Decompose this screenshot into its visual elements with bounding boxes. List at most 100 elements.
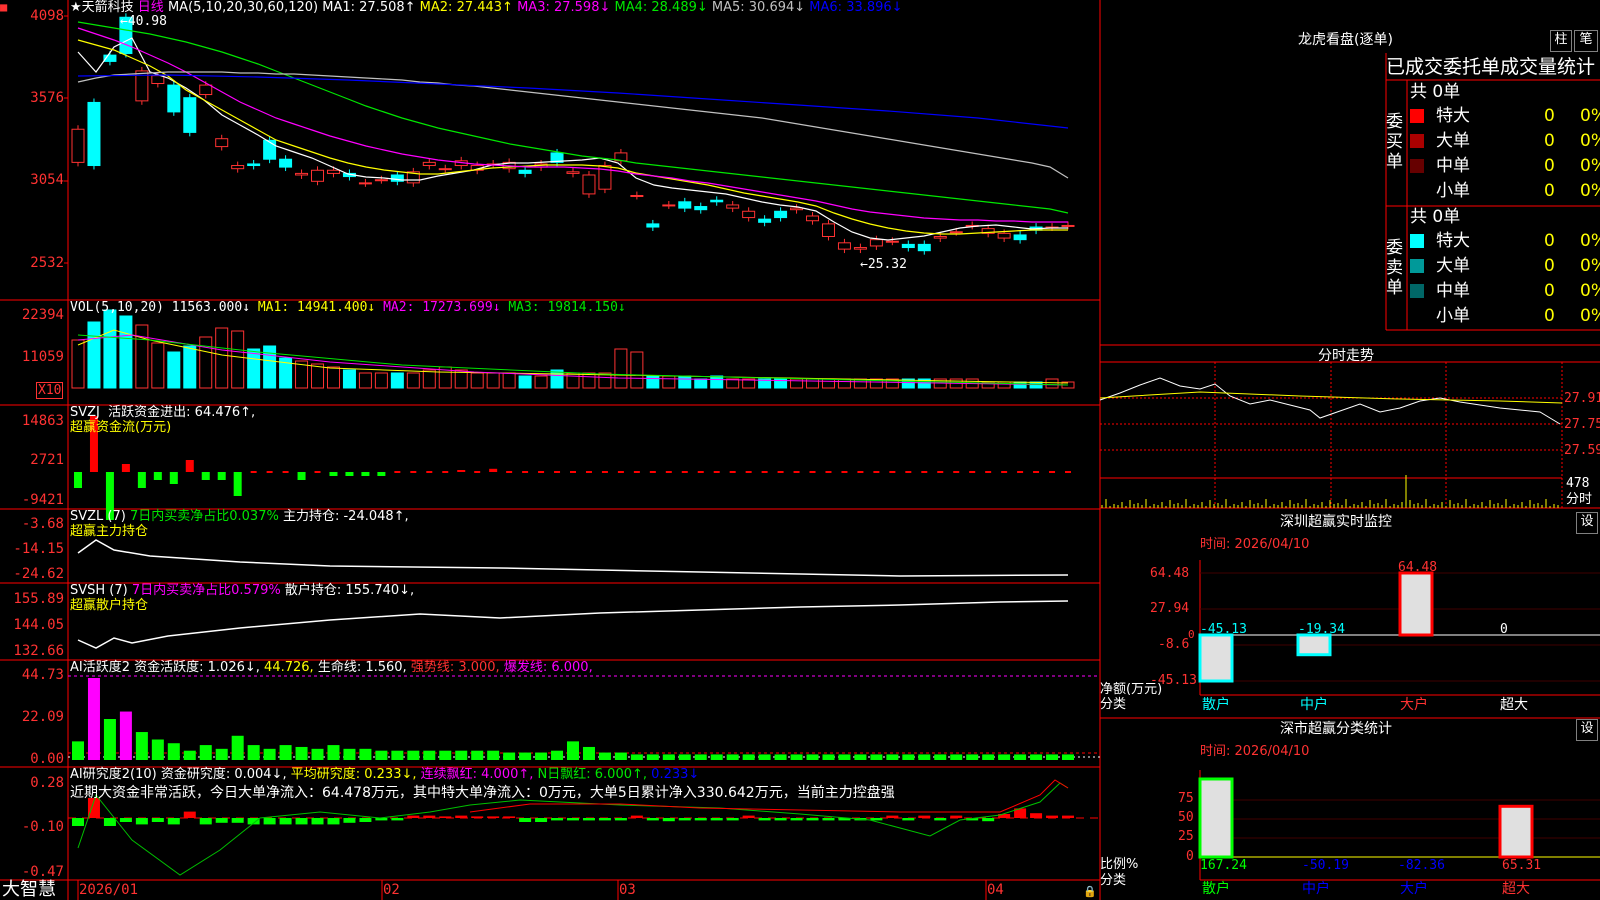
flow-bar	[137, 472, 146, 488]
monitor-settings-button[interactable]: 设	[1576, 512, 1598, 534]
volume-bar	[566, 372, 580, 389]
research-bar	[742, 815, 755, 818]
monitor-value-label: -45.13	[1200, 622, 1247, 637]
tick-mode-button[interactable]: 笔	[1574, 30, 1598, 52]
brand-logo[interactable]: 大智慧	[2, 880, 56, 900]
chart-canvas[interactable]	[0, 0, 1600, 900]
classify-settings-button[interactable]: 设	[1576, 719, 1598, 741]
flow-bar	[809, 471, 816, 473]
candle	[790, 207, 804, 211]
bar-mode-button[interactable]: 柱	[1550, 30, 1572, 52]
classify-value-label: 167.24	[1200, 858, 1247, 873]
flow-bar	[825, 471, 832, 473]
candle	[295, 172, 309, 176]
monitor-category: 中户	[1300, 697, 1328, 713]
monitor-y-tick: 27.94	[1150, 601, 1190, 616]
order-label: 小单	[1436, 306, 1470, 326]
activity-bar	[998, 754, 1011, 760]
candle	[694, 206, 708, 211]
order-row: 小单 0 0%	[1410, 304, 1600, 328]
ma-value-3: MA3: 27.598↓	[512, 0, 611, 15]
activity-bar	[535, 752, 548, 760]
volume-bar	[374, 372, 388, 389]
flow-bar	[522, 471, 529, 473]
candle	[869, 239, 883, 247]
flow-bar	[745, 471, 752, 473]
research-bar	[902, 818, 915, 821]
order-count: 0	[1544, 281, 1555, 301]
stock-name[interactable]: ★天箭科技	[70, 0, 134, 15]
svzj-header: SVZJ 活跃资金进出: 64.476↑,	[70, 405, 255, 420]
candle	[853, 247, 867, 250]
activity-bar	[551, 750, 564, 760]
volume-bar	[326, 366, 340, 389]
order-label: 大单	[1436, 256, 1470, 276]
lock-icon[interactable]: 🔒	[1083, 884, 1097, 899]
monitor-bar	[1198, 633, 1234, 683]
volume-bar	[390, 372, 404, 389]
activity-bar	[742, 754, 755, 760]
activity-bar	[886, 754, 899, 760]
color-swatch	[1410, 109, 1424, 123]
candle	[582, 174, 596, 195]
volume-bar	[231, 330, 245, 389]
dragon-subtitle: 已成交委托单成交量统计	[1386, 56, 1596, 78]
volume-bar	[806, 378, 820, 389]
research-bar	[918, 815, 931, 818]
order-count: 0	[1544, 156, 1555, 176]
volume-bar	[406, 372, 420, 389]
activity-bar	[598, 752, 611, 760]
research-bar	[678, 818, 691, 821]
activity-bar	[646, 754, 659, 760]
color-swatch	[1410, 259, 1424, 273]
order-row: 小单 0 0%	[1410, 179, 1600, 203]
activity-bar	[694, 754, 707, 760]
date-label: 03	[619, 882, 636, 898]
volume-bar	[103, 309, 117, 389]
order-row: 大单 0 0%	[1410, 129, 1600, 153]
volume-bar	[678, 375, 692, 389]
candle	[215, 138, 229, 148]
activity-bar	[1062, 754, 1074, 760]
order-pct: 0%	[1580, 156, 1600, 176]
research-bar	[758, 818, 771, 821]
svzj-y-tick: -9421	[21, 492, 64, 508]
activity-bar	[439, 750, 452, 760]
activity-bar	[487, 750, 500, 760]
ma-values: MA1: 27.508↑ MA2: 27.443↑ MA3: 27.598↓ M…	[322, 0, 902, 15]
volume-bar	[710, 375, 724, 389]
activity-bar	[806, 754, 819, 760]
research-bar	[582, 818, 595, 821]
flow-bar	[969, 471, 976, 473]
flow-bar	[410, 471, 417, 473]
order-count: 0	[1544, 106, 1555, 126]
order-row: 特大 0 0%	[1410, 229, 1600, 253]
volume-bar	[821, 378, 835, 389]
classify-value-label: -82.36	[1398, 858, 1445, 873]
svzj-title: SVZJ	[70, 405, 100, 420]
flow-bar	[169, 472, 178, 484]
activity-bar	[391, 750, 404, 760]
volume-bar	[1045, 378, 1059, 389]
candle	[71, 128, 85, 163]
ma-value-4: MA4: 28.489↓	[610, 0, 708, 15]
flow-bar	[377, 472, 386, 476]
monitor-value-label: 64.48	[1398, 560, 1438, 575]
monitor-title: 深圳超赢实时监控	[1280, 514, 1392, 530]
activity-bar	[263, 748, 276, 760]
flow-bar	[554, 471, 561, 473]
monitor-bar	[1296, 633, 1332, 657]
svsh-title: SVSH (7)	[70, 583, 128, 598]
classify-y-tick: 0	[1186, 849, 1194, 864]
volume-bar	[199, 336, 213, 389]
monitor-time: 时间: 2026/04/10	[1200, 537, 1310, 552]
activity-bar	[455, 750, 468, 760]
candle	[231, 165, 245, 170]
ai2-summary: 近期大资金非常活跃，今日大单净流入：64.478万元，其中特大单净流入：0万元，…	[70, 785, 895, 801]
research-bar	[183, 811, 196, 818]
flow-bar	[345, 472, 354, 476]
period-label[interactable]: 日线	[138, 0, 164, 15]
volume-bar	[358, 372, 372, 389]
activity-bar	[918, 754, 931, 760]
activity-bar	[758, 754, 771, 760]
